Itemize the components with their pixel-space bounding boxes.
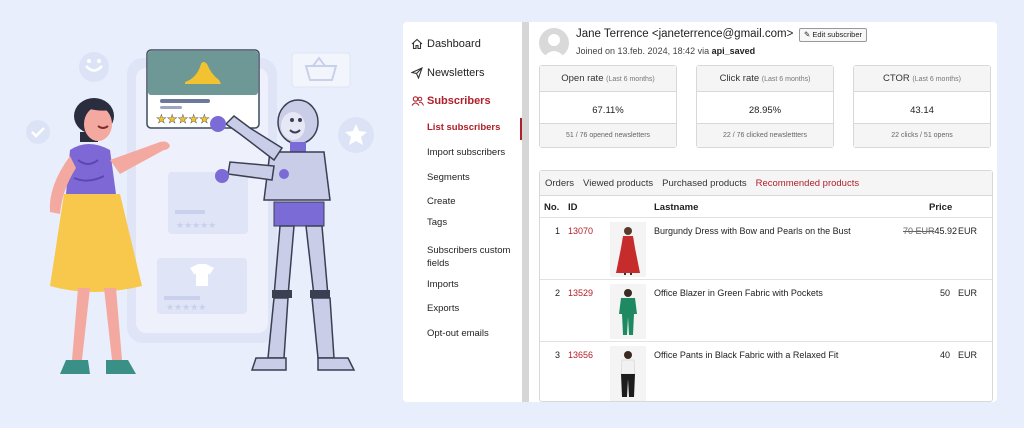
product-current-price: 40	[940, 350, 951, 360]
product-thumbnail	[610, 222, 646, 277]
product-currency: EUR	[958, 226, 978, 236]
joined-info: Joined on 13.feb. 2024, 18:42 via api_sa…	[576, 46, 755, 56]
sidebar-sub-exports[interactable]: Exports	[427, 302, 523, 315]
product-id-link[interactable]: 13529	[568, 288, 593, 298]
product-old-price: 70 EUR	[903, 226, 935, 236]
sidebar-item-subscribers[interactable]: Subscribers	[410, 94, 491, 108]
row-number: 3	[555, 350, 561, 360]
product-current-price: 45.92	[934, 226, 958, 236]
star-icon	[338, 117, 374, 153]
basket-icon	[291, 52, 351, 88]
sidebar-item-newsletters[interactable]: Newsletters	[410, 66, 484, 80]
product-currency: EUR	[958, 350, 978, 360]
sidebar: Dashboard Newsletters Subscribers List s…	[403, 22, 525, 402]
product-card-illustration: ★★★★★	[146, 49, 260, 129]
tab-purchased-products[interactable]: Purchased products	[662, 178, 747, 189]
sidebar-sub-import-subscribers[interactable]: Import subscribers	[427, 146, 523, 159]
row-number: 2	[555, 288, 561, 298]
product-price: 70 EUR45.92	[903, 226, 957, 236]
column-header-no: No.	[544, 202, 560, 213]
stat-footer: 51 / 76 opened newsletters	[540, 123, 676, 147]
product-name: Burgundy Dress with Bow and Pearls on th…	[654, 226, 851, 236]
marketing-illustration: ★★★★★ ★★★★★ ★★★★★	[26, 49, 374, 374]
stat-card-click-rate: Click rate (Last 6 months) 28.95% 22 / 7…	[696, 65, 834, 148]
sidebar-sub-opt-out-emails[interactable]: Opt-out emails	[427, 327, 523, 340]
product-thumbnail	[610, 346, 646, 401]
table-row[interactable]: 2 13529 Office Blazer in Green Fabric wi…	[540, 279, 992, 341]
stat-header: CTOR (Last 6 months)	[854, 66, 990, 92]
table-row[interactable]: 1 13070 Burgundy Dress with Bow and Pear…	[540, 217, 992, 279]
row-number: 1	[555, 226, 561, 236]
product-currency: EUR	[958, 288, 978, 298]
product-id-link[interactable]: 13070	[568, 226, 593, 236]
app-window: Dashboard Newsletters Subscribers List s…	[403, 22, 997, 402]
stat-period: (Last 6 months)	[761, 76, 811, 83]
sidebar-scrollbar-track[interactable]	[522, 22, 529, 402]
joined-source: api_saved	[711, 46, 756, 56]
paper-plane-icon	[410, 66, 424, 80]
tab-bar: Orders Viewed products Purchased product…	[540, 171, 992, 196]
stat-period: (Last 6 months)	[606, 76, 655, 83]
check-icon	[26, 120, 50, 144]
stat-title: Click rate	[719, 73, 760, 84]
sidebar-sub-create[interactable]: Create	[427, 195, 523, 208]
stat-value: 43.14	[910, 105, 934, 116]
product-name: Office Blazer in Green Fabric with Pocke…	[654, 288, 823, 298]
svg-text:★★★★★: ★★★★★	[166, 303, 206, 313]
users-icon	[410, 94, 424, 108]
column-header-lastname: Lastname	[654, 202, 699, 213]
svg-text:★★★★★: ★★★★★	[176, 221, 216, 231]
home-icon	[410, 37, 424, 51]
avatar	[539, 28, 569, 58]
stat-card-ctor: CTOR (Last 6 months) 43.14 22 clicks / 5…	[853, 65, 991, 148]
sidebar-sub-segments[interactable]: Segments	[427, 171, 523, 184]
sidebar-item-label: Newsletters	[427, 67, 485, 79]
edit-subscriber-label: Edit subscriber	[812, 30, 862, 39]
table-row[interactable]: 3 13656 Office Pants in Black Fabric wit…	[540, 341, 992, 402]
joined-text: Joined on 13.feb. 2024, 18:42 via	[576, 46, 712, 56]
tab-orders[interactable]: Orders	[545, 178, 574, 189]
products-panel: Orders Viewed products Purchased product…	[539, 170, 993, 402]
product-thumbnail	[610, 284, 646, 339]
stat-footer: 22 clicks / 51 opens	[854, 123, 990, 147]
sidebar-item-dashboard[interactable]: Dashboard	[410, 37, 481, 51]
product-name: Office Pants in Black Fabric with a Rela…	[654, 350, 839, 360]
smile-icon	[79, 52, 109, 82]
stat-period: (Last 6 months)	[912, 76, 962, 83]
column-header-id: ID	[568, 202, 578, 213]
stat-card-open-rate: Open rate (Last 6 months) 67.11% 51 / 76…	[539, 65, 677, 148]
sidebar-sub-list-subscribers[interactable]: List subscribers	[427, 121, 523, 134]
tab-viewed-products[interactable]: Viewed products	[583, 178, 653, 189]
stat-header: Click rate (Last 6 months)	[697, 66, 833, 92]
subscriber-detail: Jane Terrence <janeterrence@gmail.com> ✎…	[533, 22, 997, 402]
sidebar-sub-custom-fields[interactable]: Subscribers custom fields	[427, 244, 523, 270]
stat-title: Open rate	[561, 73, 604, 84]
column-header-price: Price	[929, 202, 953, 213]
product-id-link[interactable]: 13656	[568, 350, 593, 360]
svg-text:★★★★★: ★★★★★	[156, 112, 210, 126]
stat-value: 67.11%	[592, 105, 624, 116]
sidebar-sub-imports[interactable]: Imports	[427, 278, 523, 291]
edit-subscriber-button[interactable]: ✎ Edit subscriber	[799, 28, 867, 42]
pencil-icon: ✎	[804, 30, 811, 39]
stat-title: CTOR	[882, 73, 910, 84]
subscriber-name-email: Jane Terrence <janeterrence@gmail.com>	[576, 28, 794, 40]
sidebar-item-label: Subscribers	[427, 95, 491, 107]
sidebar-item-label: Dashboard	[427, 38, 481, 50]
product-current-price: 50	[940, 288, 951, 298]
stat-header: Open rate (Last 6 months)	[540, 66, 676, 92]
stat-footer: 22 / 76 clicked newslettters	[697, 123, 833, 147]
tab-recommended-products[interactable]: Recommended products	[756, 178, 860, 189]
stat-value: 28.95%	[748, 105, 782, 116]
sidebar-sub-tags[interactable]: Tags	[427, 216, 523, 229]
